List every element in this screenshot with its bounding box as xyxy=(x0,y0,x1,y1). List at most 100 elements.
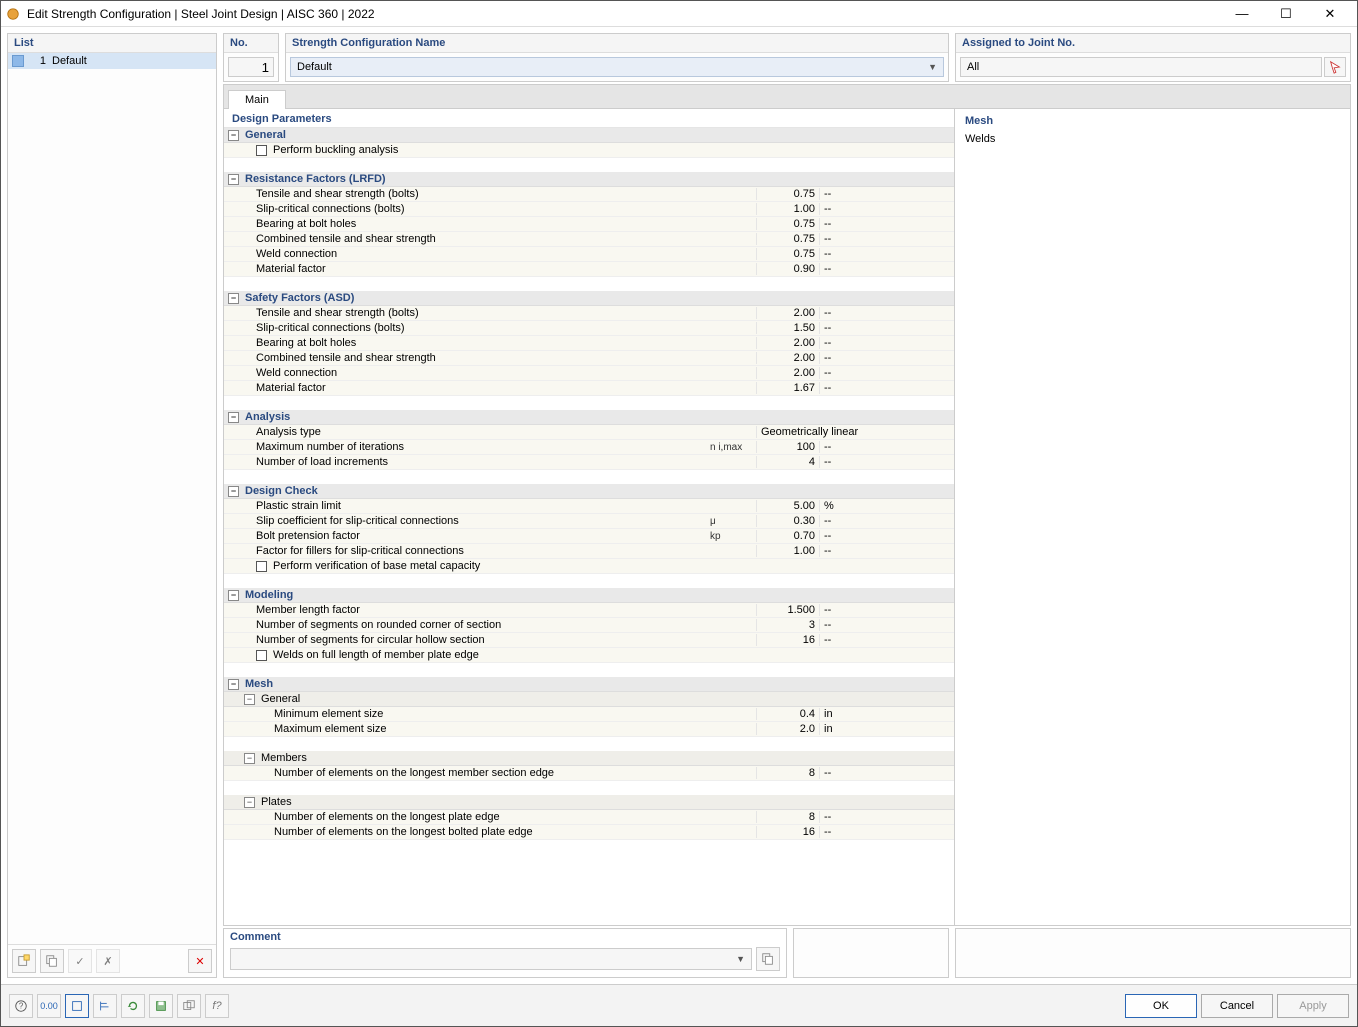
param-value[interactable]: 2.0 xyxy=(756,723,820,735)
param-value[interactable]: 1.00 xyxy=(756,203,820,215)
param-value[interactable]: 1.00 xyxy=(756,545,820,557)
collapse-icon[interactable]: − xyxy=(244,797,255,808)
param-value[interactable]: 2.00 xyxy=(756,307,820,319)
checkbox-icon[interactable] xyxy=(256,650,267,661)
param-value[interactable]: 2.00 xyxy=(756,352,820,364)
group-header[interactable]: −Mesh xyxy=(224,677,954,692)
group-header[interactable]: −Plates xyxy=(224,795,954,810)
param-value[interactable]: 1.500 xyxy=(756,604,820,616)
param-row[interactable]: Tensile and shear strength (bolts)0.75-- xyxy=(224,187,954,202)
view-button[interactable] xyxy=(65,994,89,1018)
comment-input[interactable]: ▼ xyxy=(230,948,752,970)
param-value[interactable]: 0.70 xyxy=(756,530,820,542)
param-row[interactable]: Bearing at bolt holes0.75-- xyxy=(224,217,954,232)
param-checkbox-row[interactable]: Welds on full length of member plate edg… xyxy=(224,648,954,663)
cancel-button[interactable]: Cancel xyxy=(1201,994,1273,1018)
param-value[interactable]: 0.75 xyxy=(756,248,820,260)
param-row[interactable]: Number of segments on rounded corner of … xyxy=(224,618,954,633)
collapse-icon[interactable]: − xyxy=(228,412,239,423)
no-input[interactable] xyxy=(228,57,274,77)
param-row[interactable]: Number of elements on the longest plate … xyxy=(224,810,954,825)
param-row[interactable]: Number of segments for circular hollow s… xyxy=(224,633,954,648)
list-item[interactable]: 1 Default xyxy=(8,53,216,69)
refresh-button[interactable] xyxy=(121,994,145,1018)
param-row[interactable]: Weld connection0.75-- xyxy=(224,247,954,262)
minimize-button[interactable]: — xyxy=(1229,6,1255,22)
ok-button[interactable]: OK xyxy=(1125,994,1197,1018)
param-row[interactable]: Maximum number of iterationsn i,max100-- xyxy=(224,440,954,455)
export-button[interactable] xyxy=(177,994,201,1018)
param-value[interactable]: 0.75 xyxy=(756,233,820,245)
param-row[interactable]: Combined tensile and shear strength2.00-… xyxy=(224,351,954,366)
param-value[interactable]: 16 xyxy=(756,826,820,838)
group-header[interactable]: −General xyxy=(224,692,954,707)
param-value[interactable]: 4 xyxy=(756,456,820,468)
uncheck-button[interactable]: ✗ xyxy=(96,949,120,973)
collapse-icon[interactable]: − xyxy=(244,753,255,764)
param-row[interactable]: Slip coefficient for slip-critical conne… xyxy=(224,514,954,529)
group-header[interactable]: −Safety Factors (ASD) xyxy=(224,291,954,306)
apply-button[interactable]: Apply xyxy=(1277,994,1349,1018)
param-value[interactable]: 1.50 xyxy=(756,322,820,334)
comment-library-button[interactable] xyxy=(756,947,780,971)
param-value[interactable]: 0.75 xyxy=(756,188,820,200)
assigned-input[interactable]: All xyxy=(960,57,1322,77)
maximize-button[interactable]: ☐ xyxy=(1273,6,1299,22)
param-row[interactable]: Slip-critical connections (bolts)1.00-- xyxy=(224,202,954,217)
close-button[interactable]: ✕ xyxy=(1317,6,1343,22)
param-value[interactable]: 16 xyxy=(756,634,820,646)
tab-main[interactable]: Main xyxy=(228,90,286,109)
param-row[interactable]: Plastic strain limit5.00% xyxy=(224,499,954,514)
param-row[interactable]: Combined tensile and shear strength0.75-… xyxy=(224,232,954,247)
param-checkbox-row[interactable]: Perform buckling analysis xyxy=(224,143,954,158)
group-header[interactable]: −Resistance Factors (LRFD) xyxy=(224,172,954,187)
settings-button[interactable]: f? xyxy=(205,994,229,1018)
param-row[interactable]: Number of load increments4-- xyxy=(224,455,954,470)
param-row[interactable]: Maximum element size2.0in xyxy=(224,722,954,737)
param-row[interactable]: Analysis typeGeometrically linear xyxy=(224,425,954,440)
collapse-icon[interactable]: − xyxy=(244,694,255,705)
collapse-icon[interactable]: − xyxy=(228,590,239,601)
collapse-icon[interactable]: − xyxy=(228,174,239,185)
param-value[interactable]: 1.67 xyxy=(756,382,820,394)
param-row[interactable]: Number of elements on the longest member… xyxy=(224,766,954,781)
param-row[interactable]: Slip-critical connections (bolts)1.50-- xyxy=(224,321,954,336)
param-row[interactable]: Minimum element size0.4in xyxy=(224,707,954,722)
param-row[interactable]: Bearing at bolt holes2.00-- xyxy=(224,336,954,351)
param-value[interactable]: 2.00 xyxy=(756,337,820,349)
group-header[interactable]: −Analysis xyxy=(224,410,954,425)
check-button[interactable]: ✓ xyxy=(68,949,92,973)
param-value[interactable]: 0.90 xyxy=(756,263,820,275)
group-header[interactable]: −Members xyxy=(224,751,954,766)
param-row[interactable]: Material factor1.67-- xyxy=(224,381,954,396)
param-value[interactable]: 8 xyxy=(756,767,820,779)
delete-button[interactable]: ✕ xyxy=(188,949,212,973)
param-value[interactable]: 0.30 xyxy=(756,515,820,527)
param-row[interactable]: Weld connection2.00-- xyxy=(224,366,954,381)
parameter-table[interactable]: −GeneralPerform buckling analysis−Resist… xyxy=(224,127,954,925)
collapse-icon[interactable]: − xyxy=(228,679,239,690)
param-value[interactable]: 0.75 xyxy=(756,218,820,230)
param-value[interactable]: 100 xyxy=(756,441,820,453)
name-combo[interactable]: Default ▼ xyxy=(290,57,944,77)
param-row[interactable]: Material factor0.90-- xyxy=(224,262,954,277)
copy-item-button[interactable] xyxy=(40,949,64,973)
param-row[interactable]: Number of elements on the longest bolted… xyxy=(224,825,954,840)
group-header[interactable]: −General xyxy=(224,128,954,143)
param-row[interactable]: Tensile and shear strength (bolts)2.00-- xyxy=(224,306,954,321)
param-row[interactable]: Member length factor1.500-- xyxy=(224,603,954,618)
new-item-button[interactable] xyxy=(12,949,36,973)
pick-joint-button[interactable] xyxy=(1324,57,1346,77)
param-value[interactable]: 8 xyxy=(756,811,820,823)
param-value[interactable]: 3 xyxy=(756,619,820,631)
checkbox-icon[interactable] xyxy=(256,145,267,156)
checkbox-icon[interactable] xyxy=(256,561,267,572)
units-button[interactable]: 0.00 xyxy=(37,994,61,1018)
param-row[interactable]: Bolt pretension factorkp0.70-- xyxy=(224,529,954,544)
group-header[interactable]: −Modeling xyxy=(224,588,954,603)
tree-button[interactable] xyxy=(93,994,117,1018)
param-row[interactable]: Factor for fillers for slip-critical con… xyxy=(224,544,954,559)
collapse-icon[interactable]: − xyxy=(228,486,239,497)
param-value[interactable]: 5.00 xyxy=(756,500,820,512)
help-button[interactable]: ? xyxy=(9,994,33,1018)
